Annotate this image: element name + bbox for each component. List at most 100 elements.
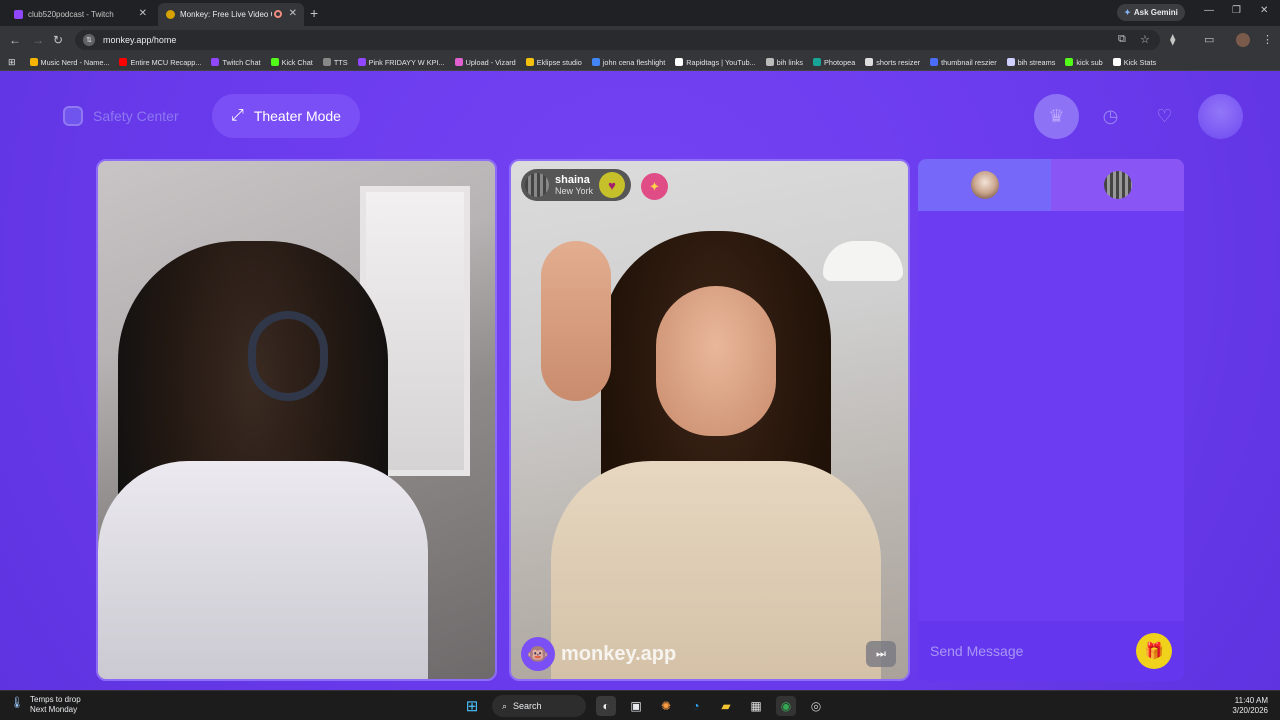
forward-icon[interactable]: → — [32, 33, 44, 47]
history-clock-icon[interactable]: ◷ — [1088, 94, 1133, 139]
chat-heart-icon[interactable]: ♡ — [1142, 94, 1187, 139]
local-user-shirt — [98, 461, 428, 679]
install-app-icon[interactable]: ⧉ — [1118, 33, 1126, 46]
chat-tab-partner[interactable] — [1051, 159, 1184, 211]
bookmark-label: TTS — [333, 57, 348, 67]
bookmark-label: Entire MCU Recapp... — [130, 57, 202, 67]
bookmark-item[interactable]: shorts resizer — [865, 58, 920, 67]
bookmark-item[interactable]: Photopea — [813, 58, 855, 67]
gemini-sparkle-icon: ✦ — [1124, 8, 1131, 17]
tab-monkey[interactable]: Monkey: Free Live Video Ch ✕ — [158, 3, 304, 26]
remote-user-hand — [541, 241, 611, 401]
superhero-badge-icon[interactable]: ✦ — [641, 173, 668, 200]
tab-twitch[interactable]: club520podcast - Twitch ✕ — [6, 3, 154, 26]
menu-kebab-icon[interactable]: ⋮ — [1262, 33, 1273, 46]
copilot-icon[interactable]: ✺ — [656, 696, 676, 716]
user-avatar[interactable] — [1198, 94, 1243, 139]
monkey-watermark: 🐵 monkey.app — [521, 637, 676, 671]
bookmark-label: Kick Stats — [1123, 57, 1157, 67]
restore-icon[interactable]: ❐ — [1232, 5, 1241, 16]
skip-next-button[interactable]: ⏭ — [866, 641, 896, 667]
partner-avatar — [1103, 171, 1132, 199]
remote-user-chip[interactable]: shaina New York ♥ — [521, 169, 632, 201]
minimize-icon[interactable]: — — [1204, 5, 1214, 16]
twitch-favicon-icon — [14, 10, 23, 19]
system-clock[interactable]: 11:40 AM 3/20/2026 — [1232, 696, 1268, 716]
monkey-app-page: Safety Center ⤢ Theater Mode ♛ ◷ ♡ shain… — [0, 71, 1280, 690]
remote-video-feed: shaina New York ♥ ✦ 🐵 monkey.app ⏭ — [509, 159, 910, 681]
bookmark-item[interactable]: Music Nerd - Name... — [29, 58, 109, 67]
address-bar[interactable]: ⇅ monkey.app/home — [75, 30, 1160, 50]
bookmark-item[interactable]: Entire MCU Recapp... — [119, 58, 201, 67]
safety-center-button[interactable]: Safety Center — [55, 94, 192, 138]
bookmark-item[interactable]: Twitch Chat — [211, 57, 261, 67]
task-view-icon[interactable]: ▣ — [626, 696, 646, 716]
close-tab-icon[interactable]: ✕ — [139, 8, 147, 19]
weather-widget[interactable]: 🌡 Temps to drop Next Monday — [10, 695, 81, 715]
bookmark-favicon-icon — [865, 58, 874, 66]
weather-subtitle: Next Monday — [30, 705, 78, 714]
bookmark-item[interactable]: Pink FRIDAYY W KPI... — [357, 58, 445, 67]
bookmark-label: Kick Chat — [281, 57, 313, 67]
bookmark-item[interactable]: john cena fleshlight — [591, 57, 666, 67]
store-icon[interactable]: ▦ — [746, 696, 766, 716]
close-tab-icon[interactable]: ✕ — [289, 8, 297, 19]
theater-mode-button[interactable]: ⤢ Theater Mode — [212, 94, 360, 138]
theater-mode-label: Theater Mode — [253, 108, 341, 124]
profile-avatar[interactable] — [1236, 33, 1250, 47]
bookmark-item[interactable]: TTS — [322, 57, 348, 67]
taskbar-search[interactable]: ⌕ Search — [492, 695, 586, 717]
crown-icon[interactable]: ♛ — [1034, 94, 1079, 139]
bookmark-item[interactable]: Kick Chat — [270, 57, 313, 67]
bookmark-star-icon[interactable]: ☆ — [1140, 33, 1150, 46]
bookmark-item[interactable]: bih streams — [1006, 58, 1055, 67]
remote-user-name: shaina — [555, 173, 590, 186]
ask-gemini-button[interactable]: ✦ Ask Gemini — [1117, 4, 1185, 21]
bookmark-item[interactable]: bih links — [765, 58, 803, 67]
file-explorer-icon[interactable]: ▰ — [716, 696, 736, 716]
recording-indicator-icon — [274, 10, 282, 18]
bookmark-item[interactable]: Upload - Vizard — [454, 57, 516, 67]
obs-icon[interactable]: ◎ — [806, 696, 826, 716]
bookmark-item[interactable]: Kick Stats — [1112, 57, 1157, 67]
chat-panel: Send Message 🎁 — [918, 159, 1184, 681]
bookmark-favicon-icon — [29, 58, 38, 66]
youtube-icon — [119, 58, 128, 66]
twitch-icon — [211, 58, 220, 66]
back-icon[interactable]: ← — [9, 33, 21, 47]
new-tab-button[interactable]: + — [310, 5, 318, 21]
bookmark-favicon-icon — [1006, 58, 1015, 66]
bookmark-favicon-icon — [322, 58, 331, 66]
bookmark-item[interactable]: Rapidtags | YouTub... — [675, 57, 756, 67]
apps-grid-icon[interactable]: ⊞ — [8, 57, 16, 68]
gift-button[interactable]: 🎁 — [1136, 633, 1172, 669]
remote-user-face — [656, 286, 776, 436]
side-panel-icon[interactable]: ▭ — [1204, 33, 1214, 46]
heart-icon[interactable]: ♥ — [599, 172, 626, 198]
chrome-icon[interactable]: ◉ — [776, 696, 796, 716]
widgets-icon[interactable]: ◐ — [596, 696, 616, 716]
remote-user-location: New York — [555, 185, 594, 196]
reload-icon[interactable]: ↻ — [53, 33, 63, 47]
bookmark-label: kick sub — [1076, 57, 1103, 67]
bookmark-item[interactable]: kick sub — [1065, 57, 1103, 67]
close-window-icon[interactable]: ✕ — [1260, 5, 1268, 16]
bookmark-item[interactable]: Eklipse studio — [525, 58, 582, 67]
self-avatar — [970, 171, 999, 199]
chat-tab-self[interactable] — [918, 159, 1051, 211]
ask-gemini-label: Ask Gemini — [1133, 8, 1178, 17]
edge-icon[interactable]: ◔ — [686, 696, 706, 716]
extensions-icon[interactable]: ⧫ — [1170, 33, 1175, 46]
bookmark-label: Upload - Vizard — [465, 57, 516, 67]
bookmark-label: Rapidtags | YouTub... — [686, 57, 756, 67]
clock-date: 3/20/2026 — [1232, 706, 1268, 715]
kick-icon — [1065, 58, 1074, 66]
site-info-icon[interactable]: ⇅ — [83, 34, 95, 46]
bookmark-item[interactable]: thumbnail reszier — [930, 58, 997, 67]
weather-title: Temps to drop — [30, 695, 81, 704]
safety-center-label: Safety Center — [93, 108, 179, 124]
photopea-icon — [813, 58, 822, 66]
windows-start-icon[interactable]: ⊞ — [462, 696, 482, 716]
bookmark-label: john cena fleshlight — [602, 57, 666, 67]
bookmark-label: Twitch Chat — [222, 57, 261, 67]
